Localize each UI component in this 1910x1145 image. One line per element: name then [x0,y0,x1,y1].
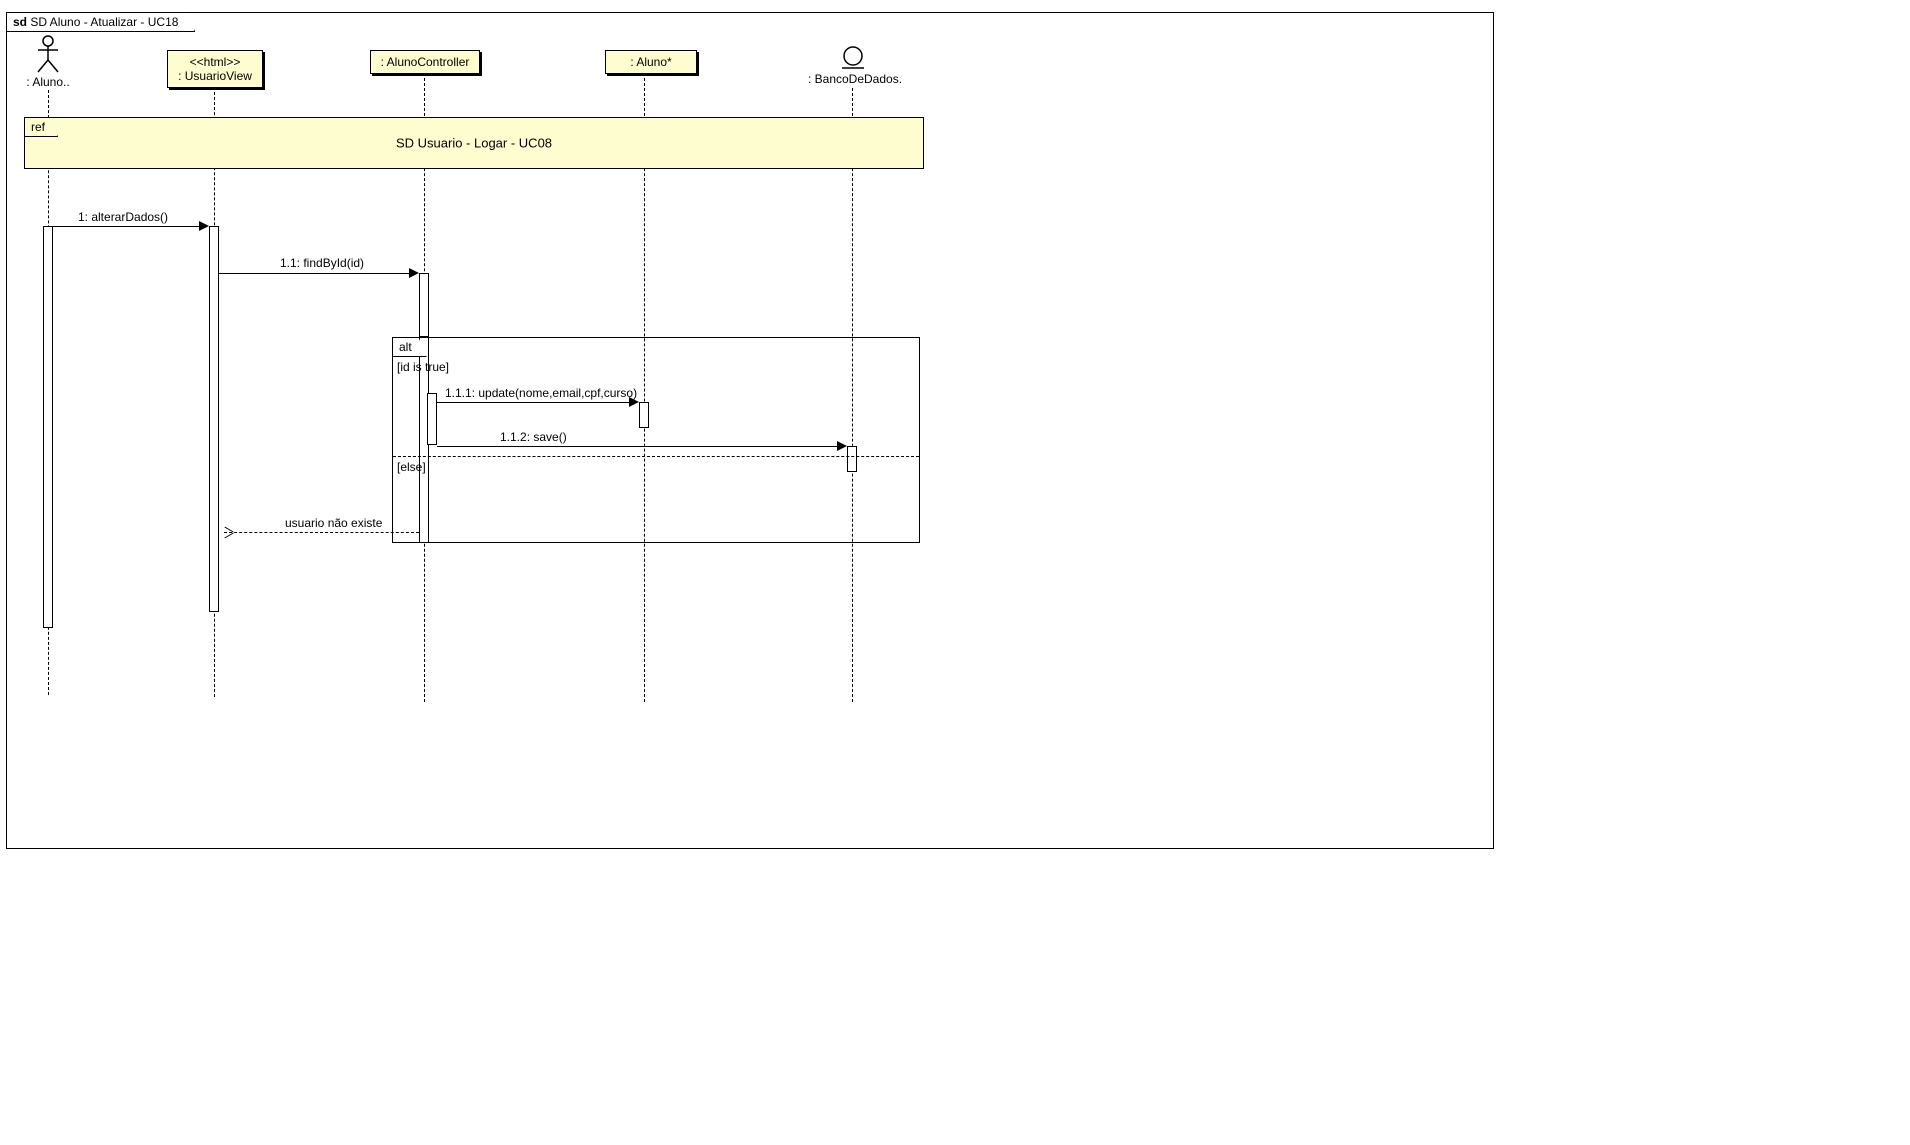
alt-tag-text: alt [399,340,412,354]
ref-tag-text: ref [31,120,45,134]
msg-111-arrow [629,397,639,407]
lifeline-model-head: : Aluno* [605,50,685,74]
alt-separator [393,456,919,457]
alt-guard-else: [else] [397,460,426,474]
alt-guard-true: [id is true] [397,360,449,374]
msg-1-line [53,226,203,227]
msg-11-arrow [409,268,419,278]
actor-label-text: : Aluno.. [26,75,69,89]
db-label-text: : BancoDeDados. [808,72,902,86]
msg-ret-label: usuario não existe [285,516,382,530]
alt-tag: alt [393,338,427,357]
sd-title: SD Aluno - Atualizar - UC18 [30,15,178,29]
msg-112-line [437,446,841,447]
msg-112-label: 1.1.2: save() [500,430,567,444]
msg-1-arrow [199,221,209,231]
lifeline-view-head: <<html>> : UsuarioView [160,50,270,88]
msg-111-label: 1.1.1: update(nome,email,cpf,curso) [445,386,637,400]
view-label: : UsuarioView [178,69,252,83]
model-label: : Aluno* [616,55,686,69]
lifeline-actor-label: : Aluno.. [18,75,78,89]
ref-title: SD Usuario - Logar - UC08 [396,136,552,151]
ref-fragment: ref SD Usuario - Logar - UC08 [24,117,924,169]
activation-view [209,226,219,612]
sd-prefix: sd [13,15,30,29]
sd-frame-tab: sd SD Aluno - Atualizar - UC18 [6,12,195,32]
controller-label: : AlunoController [381,55,470,69]
actor-icon [36,35,60,73]
entity-icon [840,44,866,70]
lifeline-controller-box: : AlunoController [370,50,481,74]
msg-11-label: 1.1: findById(id) [280,256,364,270]
lifeline-view-box: <<html>> : UsuarioView [167,50,263,88]
view-stereotype: <<html>> [178,55,252,69]
activation-controller-1 [419,273,429,337]
msg-ret-line [224,532,419,533]
lifeline-controller-head: : AlunoController [360,50,490,74]
lifeline-model-box: : Aluno* [605,50,697,74]
activation-actor [43,226,53,628]
sequence-diagram-canvas: sd SD Aluno - Atualizar - UC18 : Aluno..… [0,0,1910,1145]
lifeline-db-label: : BancoDeDados. [800,72,910,86]
ref-tag: ref [25,118,58,137]
msg-11-line [219,273,413,274]
msg-112-arrow [837,441,847,451]
alt-fragment: alt [id is true] [else] [392,337,920,543]
msg-1-label: 1: alterarDados() [78,210,168,224]
msg-111-line [437,402,633,403]
